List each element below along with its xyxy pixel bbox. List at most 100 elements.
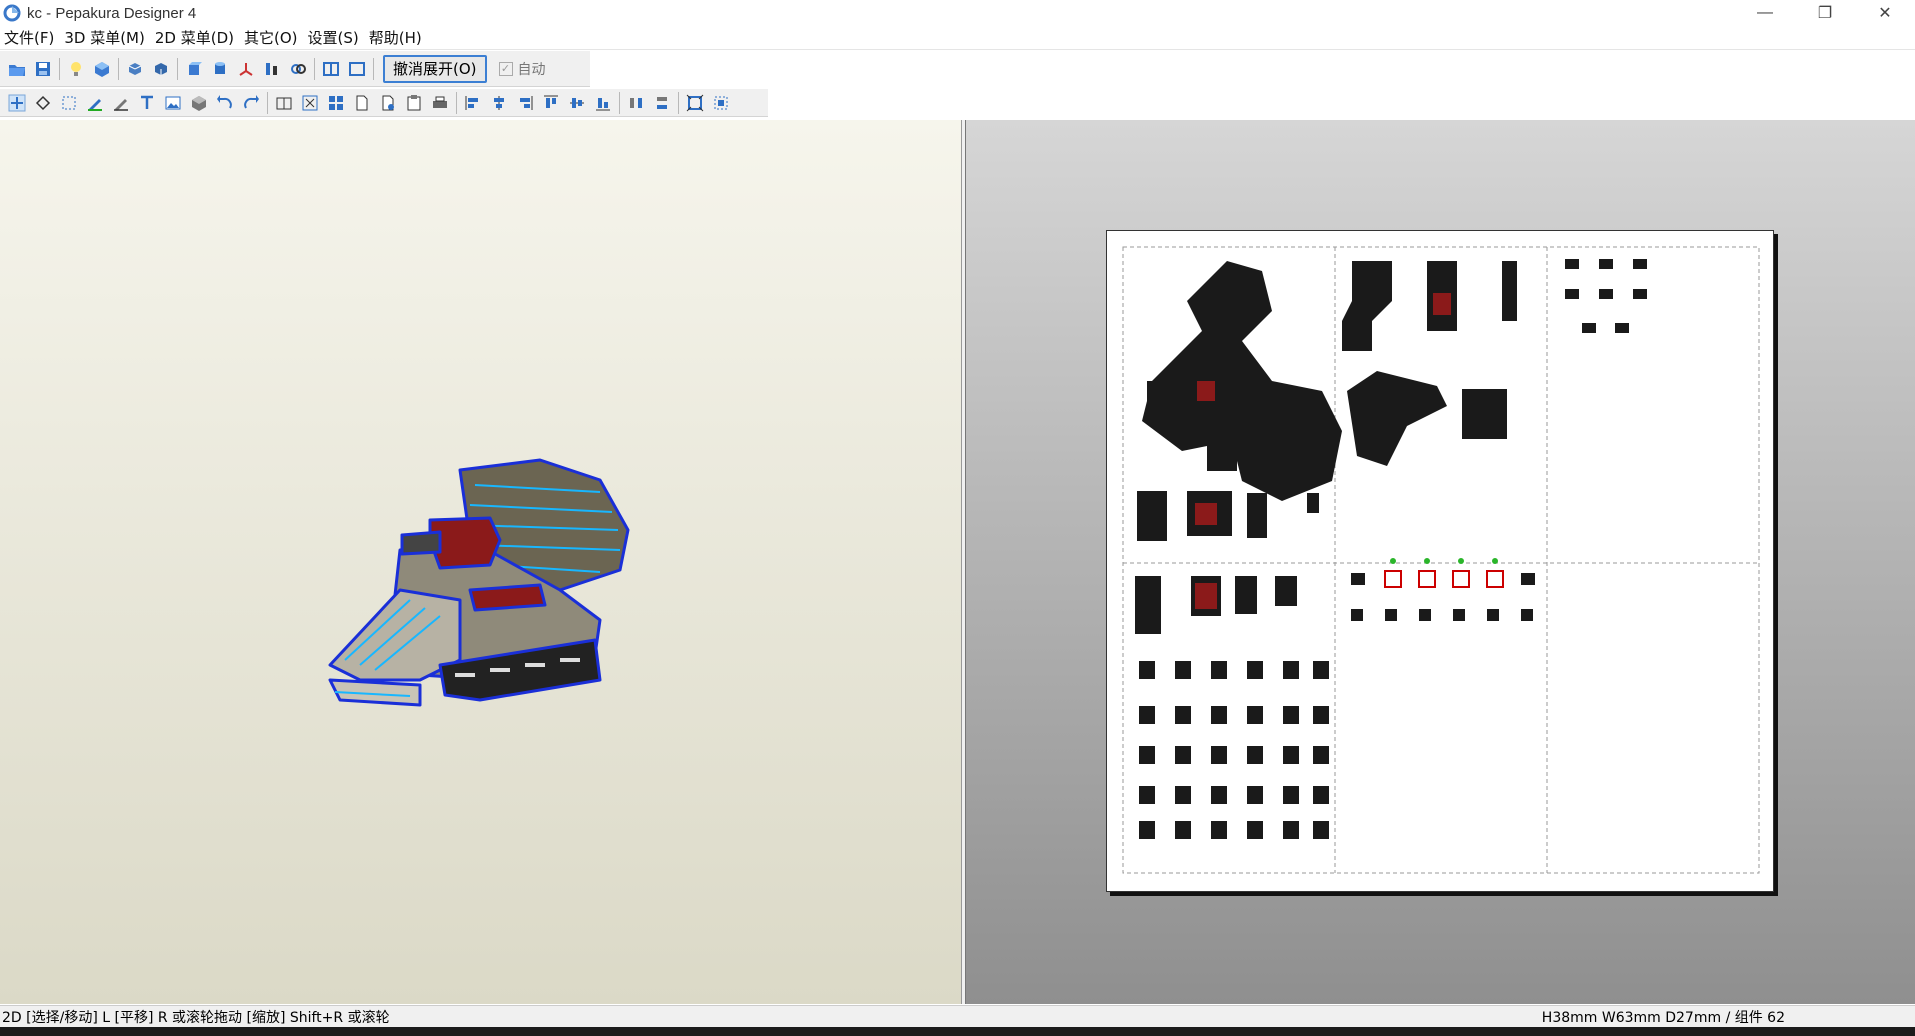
unfolded-part[interactable]: [1211, 746, 1227, 764]
open-button[interactable]: [4, 57, 30, 81]
unfolded-part[interactable]: [1211, 821, 1227, 839]
fit-icon: [686, 94, 704, 111]
unfolded-part[interactable]: [1175, 706, 1191, 724]
menu-2d[interactable]: 2D 菜单(D): [151, 27, 240, 48]
print-page: [1106, 230, 1774, 892]
status-dimensions: H38mm W63mm D27mm / 组件 62: [1541, 1009, 1785, 1026]
menu-3d[interactable]: 3D 菜单(M): [60, 27, 151, 48]
rotate-left-button[interactable]: [122, 57, 148, 81]
unfolded-part[interactable]: [1175, 746, 1191, 764]
unfolded-part[interactable]: [1313, 746, 1329, 764]
clipboard-button[interactable]: [401, 91, 427, 115]
single-view-button[interactable]: [344, 57, 370, 81]
cube-view-button[interactable]: [181, 57, 207, 81]
unfolded-part[interactable]: [1139, 786, 1155, 804]
toolbar-separator: [118, 57, 119, 80]
save-icon: [36, 61, 50, 76]
unfolded-part[interactable]: [1247, 661, 1263, 679]
rotate-part-button[interactable]: [30, 91, 56, 115]
auto-label: 自动: [517, 61, 546, 78]
align-center-icon: [494, 95, 504, 110]
unfolded-part[interactable]: [1247, 821, 1263, 839]
minimize-button[interactable]: —: [1735, 0, 1795, 26]
menu-file[interactable]: 文件(F): [0, 27, 60, 48]
align-middle-button[interactable]: [564, 91, 590, 115]
edit-toolbar: [0, 89, 768, 117]
auto-arrange-button[interactable]: [297, 91, 323, 115]
rotate-right-button[interactable]: [148, 57, 174, 81]
menu-settings[interactable]: 设置(S): [304, 27, 365, 48]
grid-button[interactable]: [323, 91, 349, 115]
fit-button[interactable]: [682, 91, 708, 115]
unfolded-part[interactable]: [1211, 706, 1227, 724]
join-edges-button[interactable]: [56, 91, 82, 115]
undo-unfold-button[interactable]: 撤消展开(O): [383, 54, 487, 83]
unfolded-part[interactable]: [1283, 786, 1299, 804]
unfolded-part[interactable]: [1211, 661, 1227, 679]
menu-help[interactable]: 帮助(H): [365, 27, 428, 48]
menu-other[interactable]: 其它(O): [240, 27, 304, 48]
unfolded-part[interactable]: [1313, 786, 1329, 804]
fold-line-icon: [114, 98, 128, 111]
unfolded-part[interactable]: [1247, 706, 1263, 724]
box-button[interactable]: [186, 91, 212, 115]
unfolded-part[interactable]: [1247, 786, 1263, 804]
unfolded-part[interactable]: [1175, 821, 1191, 839]
spread-button[interactable]: [708, 91, 734, 115]
distribute-v-button[interactable]: [649, 91, 675, 115]
unfolded-part[interactable]: [1313, 706, 1329, 724]
toolbar-separator: [267, 91, 268, 114]
unfolded-part[interactable]: [1175, 786, 1191, 804]
align-left-button[interactable]: [460, 91, 486, 115]
3d-view-panel[interactable]: [0, 120, 962, 1004]
cylinder-button[interactable]: [207, 57, 233, 81]
image-button[interactable]: [160, 91, 186, 115]
print-button[interactable]: [427, 91, 453, 115]
toolbar-separator: [177, 57, 178, 80]
unfolded-part[interactable]: [1283, 746, 1299, 764]
align-bottom-button[interactable]: [590, 91, 616, 115]
restore-button[interactable]: ❐: [1795, 0, 1855, 26]
undo-button[interactable]: [212, 91, 238, 115]
window-controls: — ❐ ✕: [1735, 0, 1915, 26]
texture-button[interactable]: [89, 57, 115, 81]
light-button[interactable]: [63, 57, 89, 81]
page-button[interactable]: [349, 91, 375, 115]
save-button[interactable]: [30, 57, 56, 81]
distribute-h-button[interactable]: [623, 91, 649, 115]
align-top-button[interactable]: [538, 91, 564, 115]
align-right-button[interactable]: [512, 91, 538, 115]
unfolded-part[interactable]: [1139, 706, 1155, 724]
fold-line-button[interactable]: [108, 91, 134, 115]
unfolded-part[interactable]: [1139, 661, 1155, 679]
unfolded-part[interactable]: [1283, 706, 1299, 724]
undo-icon: [217, 94, 232, 109]
auto-checkbox[interactable]: ✓ 自动: [498, 59, 546, 79]
grid-icon: [329, 95, 343, 110]
unfolded-part[interactable]: [1211, 786, 1227, 804]
unfolded-part[interactable]: [1139, 821, 1155, 839]
page-setup-button[interactable]: [375, 91, 401, 115]
toolbar-separator: [373, 57, 374, 80]
split-view-button[interactable]: [318, 57, 344, 81]
unfolded-part[interactable]: [1283, 821, 1299, 839]
unfolded-part[interactable]: [1247, 746, 1263, 764]
axis-button[interactable]: [233, 57, 259, 81]
select-move-button[interactable]: [4, 91, 30, 115]
page-setup-icon: [382, 95, 394, 110]
unfolded-part[interactable]: [1175, 661, 1191, 679]
unfolded-part[interactable]: [1313, 821, 1329, 839]
align-center-button[interactable]: [486, 91, 512, 115]
unfolded-part[interactable]: [1283, 661, 1299, 679]
close-button[interactable]: ✕: [1855, 0, 1915, 26]
redo-button[interactable]: [238, 91, 264, 115]
text-button[interactable]: [134, 91, 160, 115]
unfolded-part[interactable]: [1313, 661, 1329, 679]
book-button[interactable]: [271, 91, 297, 115]
link-button[interactable]: [285, 57, 311, 81]
unfolded-part[interactable]: [1139, 746, 1155, 764]
scale-bars-icon: [266, 62, 277, 75]
align-top-icon: [544, 95, 558, 108]
draw-line-button[interactable]: [82, 91, 108, 115]
scale-button[interactable]: [259, 57, 285, 81]
